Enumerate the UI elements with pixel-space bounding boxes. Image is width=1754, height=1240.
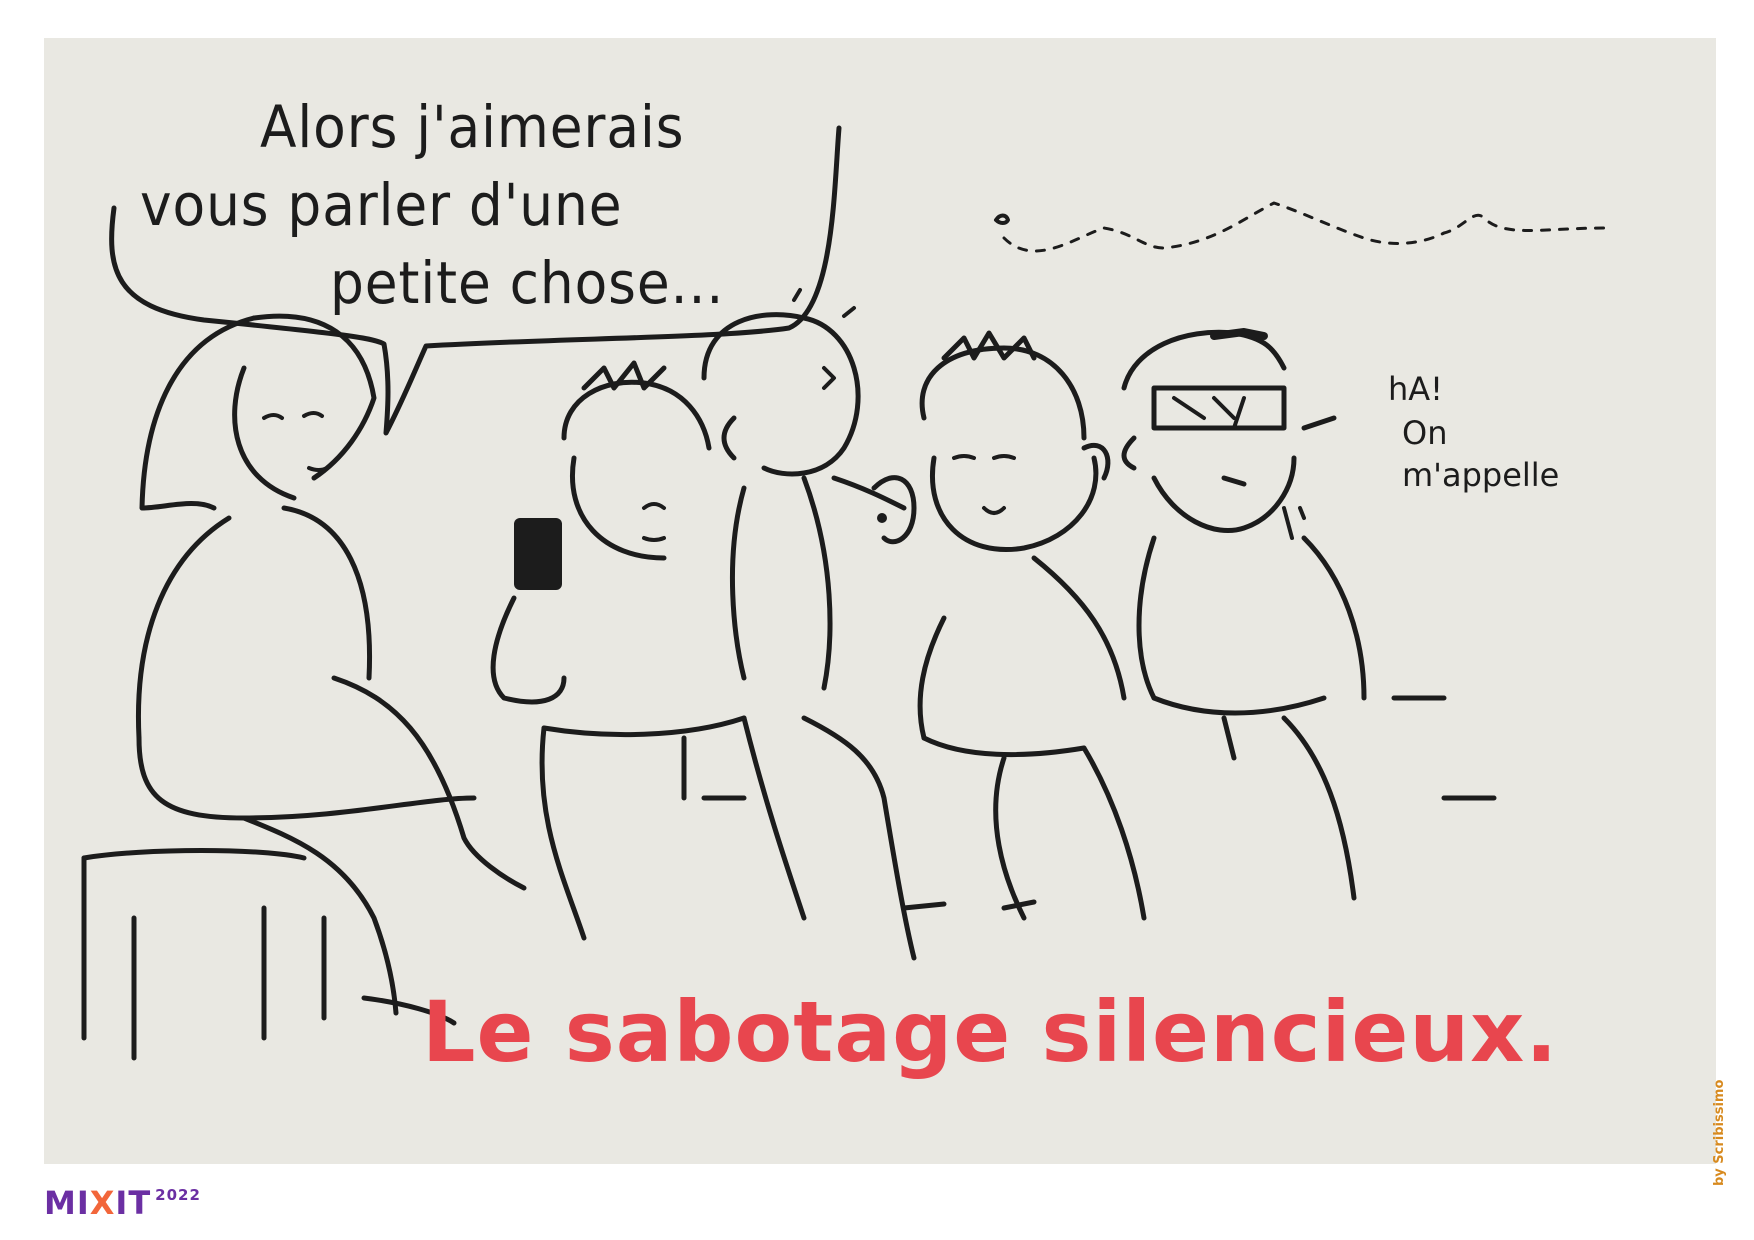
aside-line-2: On: [1402, 414, 1448, 452]
fly-icon: [994, 213, 1010, 225]
phone-icon: [514, 518, 562, 590]
speech-line-3: petite chose...: [330, 249, 725, 317]
logo-x: X: [89, 1184, 116, 1222]
spiky-hair-person: [901, 330, 1147, 921]
logo-it: IT: [115, 1184, 152, 1222]
speech-line-2: vous parler d'une: [140, 171, 623, 239]
person-with-phone: [490, 360, 807, 941]
logo-year: 2022: [155, 1186, 201, 1204]
speech-line-1: Alors j'aimerais: [260, 93, 685, 161]
aside-line-3: m'appelle: [1402, 456, 1560, 494]
artist-credit: by Scribissimo: [1712, 1079, 1727, 1186]
woman-speaker: [81, 313, 527, 1061]
ear-icon: [871, 475, 917, 545]
speech-bubble: Alors j'aimerais vous parler d'une petit…: [140, 83, 860, 343]
bald-person: [701, 286, 917, 961]
event-logo: MIXIT 2022: [44, 1184, 201, 1222]
glasses-icon: [1151, 385, 1287, 431]
fly-trail: [1002, 201, 1606, 253]
whiteboard-drawing: Alors j'aimerais vous parler d'une petit…: [44, 38, 1716, 1164]
logo-mi: MI: [44, 1184, 90, 1222]
aside-line-1: hA!: [1388, 370, 1443, 408]
drawing-title: Le sabotage silencieux.: [422, 983, 1559, 1081]
